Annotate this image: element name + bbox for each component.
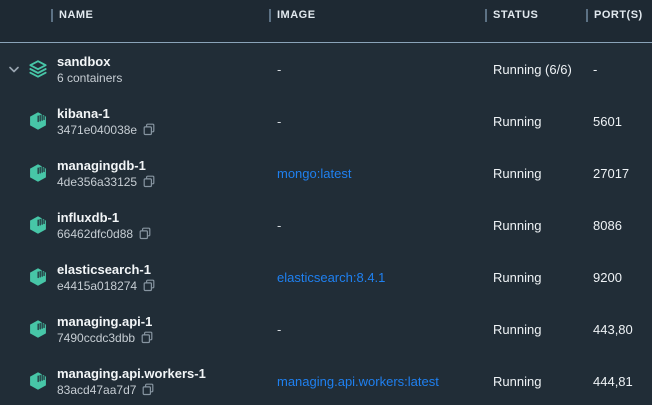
table-row[interactable]: elasticsearch-1 e4415a018274 elasticsear…: [0, 251, 652, 303]
container-icon: [28, 215, 48, 235]
ports-cell: 5601: [584, 114, 652, 129]
column-header-label: PORT(S): [594, 9, 643, 21]
chevron-down-icon[interactable]: [0, 274, 28, 281]
status-cell: Running: [484, 166, 584, 181]
container-name: managing.api.workers-1: [57, 365, 206, 382]
container-id: 3471e040038e: [57, 122, 137, 138]
image-cell: elasticsearch:8.4.1: [268, 270, 484, 285]
column-header-image[interactable]: IMAGE: [268, 0, 484, 30]
status-cell: Running: [484, 114, 584, 129]
image-name: -: [277, 114, 281, 129]
image-cell: -: [268, 322, 484, 337]
image-cell: -: [268, 114, 484, 129]
container-id: 66462dfc0d88: [57, 226, 133, 242]
name-cell: elasticsearch-1 e4415a018274: [0, 261, 268, 294]
name-lines: sandbox 6 containers: [57, 53, 122, 86]
container-id: 6 containers: [57, 70, 122, 86]
container-id: 83acd47aa7d7: [57, 382, 136, 398]
table-header: NAME IMAGE STATUS PORT(S): [0, 0, 652, 43]
column-header-label: NAME: [59, 9, 93, 21]
image-name[interactable]: mongo:latest: [277, 166, 351, 181]
chevron-down-icon[interactable]: [0, 170, 28, 177]
container-name: elasticsearch-1: [57, 261, 155, 278]
ports-cell: 444,81: [584, 374, 652, 389]
name-lines: managingdb-1 4de356a33125: [57, 157, 155, 190]
image-name[interactable]: elasticsearch:8.4.1: [277, 270, 385, 285]
container-icon: [28, 267, 48, 287]
chevron-down-icon[interactable]: [0, 326, 28, 333]
table-row[interactable]: sandbox 6 containers - Running (6/6) -: [0, 43, 652, 95]
container-name: kibana-1: [57, 105, 155, 122]
column-header-name[interactable]: NAME: [0, 0, 268, 30]
copy-icon[interactable]: [141, 331, 153, 344]
image-cell: managing.api.workers:latest: [268, 374, 484, 389]
container-icon: [28, 371, 48, 391]
column-header-label: STATUS: [493, 9, 538, 21]
status-cell: Running (6/6): [484, 62, 584, 77]
container-id: 7490ccdc3dbb: [57, 330, 135, 346]
container-icon: [28, 111, 48, 131]
ports-cell: 8086: [584, 218, 652, 233]
column-separator: [269, 9, 271, 22]
name-lines: influxdb-1 66462dfc0d88: [57, 209, 151, 242]
table-body: sandbox 6 containers - Running (6/6) -: [0, 43, 652, 405]
name-lines: managing.api-1 7490ccdc3dbb: [57, 313, 153, 346]
column-header-status[interactable]: STATUS: [484, 0, 584, 30]
name-cell: managing.api-1 7490ccdc3dbb: [0, 313, 268, 346]
table-row[interactable]: managing.api.workers-1 83acd47aa7d7 mana…: [0, 355, 652, 405]
name-lines: managing.api.workers-1 83acd47aa7d7: [57, 365, 206, 398]
name-cell: managingdb-1 4de356a33125: [0, 157, 268, 190]
container-id: 4de356a33125: [57, 174, 137, 190]
ports-cell: 27017: [584, 166, 652, 181]
name-cell: managing.api.workers-1 83acd47aa7d7: [0, 365, 268, 398]
chevron-down-icon[interactable]: [0, 222, 28, 229]
column-separator: [51, 9, 53, 22]
containers-table: NAME IMAGE STATUS PORT(S): [0, 0, 652, 405]
column-header-ports[interactable]: PORT(S): [584, 0, 652, 30]
copy-icon[interactable]: [139, 227, 151, 240]
column-separator: [485, 9, 487, 22]
container-name: sandbox: [57, 53, 122, 70]
copy-icon[interactable]: [143, 175, 155, 188]
table-row[interactable]: kibana-1 3471e040038e - Running 5601: [0, 95, 652, 147]
container-name: managingdb-1: [57, 157, 155, 174]
table-row[interactable]: managingdb-1 4de356a33125 mongo:latest R…: [0, 147, 652, 199]
image-name: -: [277, 322, 281, 337]
name-cell: kibana-1 3471e040038e: [0, 105, 268, 138]
table-row[interactable]: managing.api-1 7490ccdc3dbb - Running 44…: [0, 303, 652, 355]
status-cell: Running: [484, 218, 584, 233]
image-name: -: [277, 62, 281, 77]
ports-cell: 443,80: [584, 322, 652, 337]
chevron-down-icon[interactable]: [0, 118, 28, 125]
image-cell: mongo:latest: [268, 166, 484, 181]
image-name: -: [277, 218, 281, 233]
ports-cell: 9200: [584, 270, 652, 285]
image-cell: -: [268, 62, 484, 77]
ports-cell: -: [584, 62, 652, 77]
container-icon: [28, 319, 48, 339]
container-icon: [28, 163, 48, 183]
name-cell: influxdb-1 66462dfc0d88: [0, 209, 268, 242]
column-separator: [586, 9, 588, 22]
chevron-down-icon[interactable]: [0, 66, 28, 73]
container-name: influxdb-1: [57, 209, 151, 226]
container-id: e4415a018274: [57, 278, 137, 294]
name-lines: elasticsearch-1 e4415a018274: [57, 261, 155, 294]
image-cell: -: [268, 218, 484, 233]
copy-icon[interactable]: [142, 383, 154, 396]
status-cell: Running: [484, 374, 584, 389]
column-header-label: IMAGE: [277, 9, 316, 21]
name-cell: sandbox 6 containers: [0, 53, 268, 86]
container-name: managing.api-1: [57, 313, 153, 330]
status-cell: Running: [484, 270, 584, 285]
chevron-down-icon[interactable]: [0, 378, 28, 385]
image-name[interactable]: managing.api.workers:latest: [277, 374, 439, 389]
stack-icon: [28, 59, 48, 79]
copy-icon[interactable]: [143, 279, 155, 292]
status-cell: Running: [484, 322, 584, 337]
name-lines: kibana-1 3471e040038e: [57, 105, 155, 138]
copy-icon[interactable]: [143, 123, 155, 136]
table-row[interactable]: influxdb-1 66462dfc0d88 - Running 8086: [0, 199, 652, 251]
